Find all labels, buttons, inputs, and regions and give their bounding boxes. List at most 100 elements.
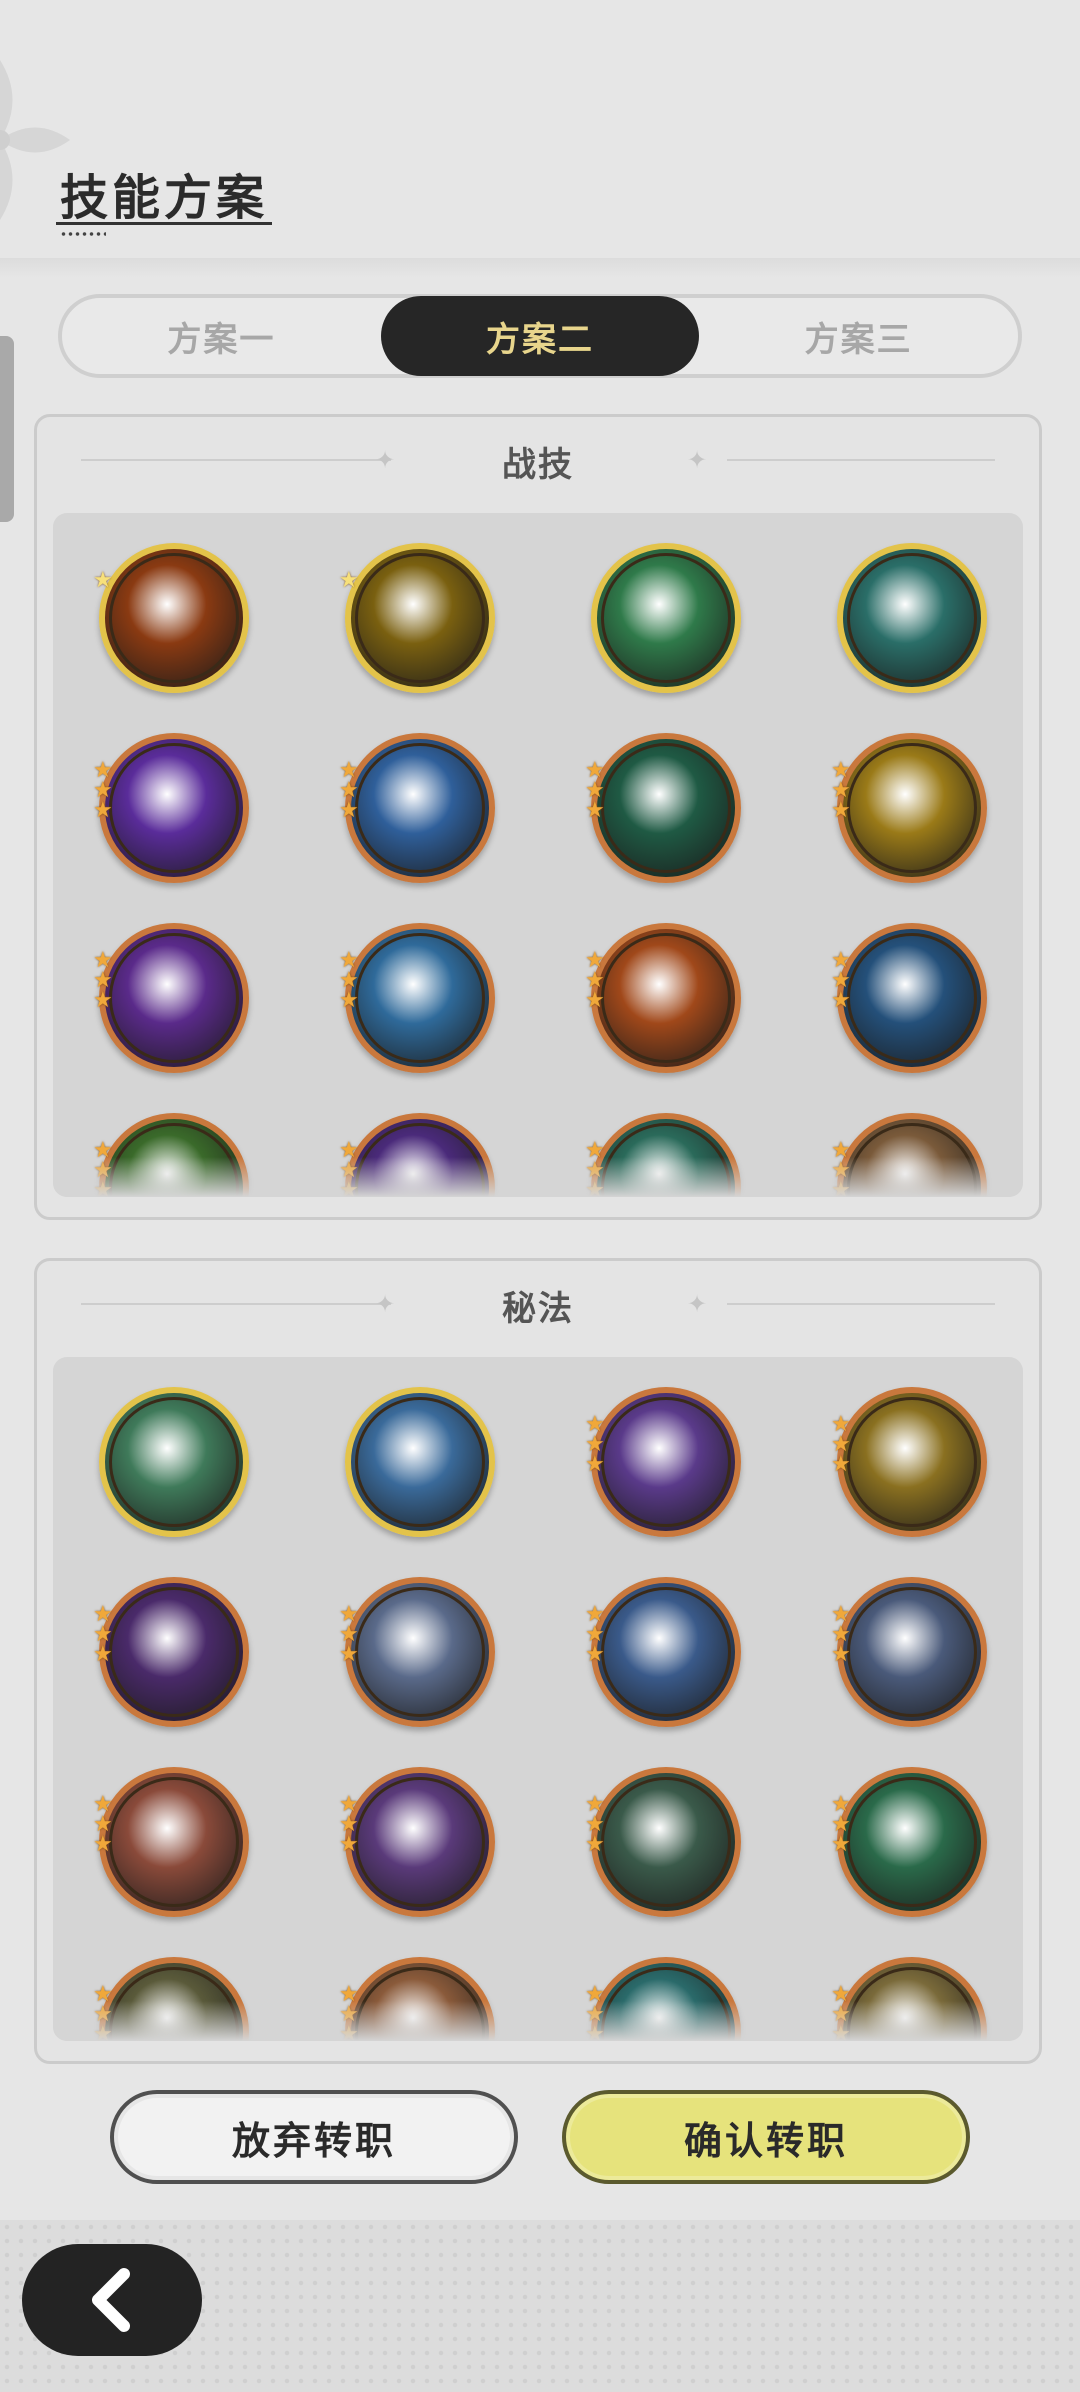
section-title-battle: 战技: [502, 445, 574, 485]
red-ember-skill[interactable]: ★ ★ ★: [93, 1767, 249, 1917]
orb-ring: [601, 1397, 731, 1527]
blue-flame-skill[interactable]: ★ ★ ★: [339, 733, 495, 883]
orb-ring: [847, 743, 977, 873]
gold-fist-skill[interactable]: ★ ★ ★: [831, 1387, 987, 1537]
void-eye-skill[interactable]: ★ ★ ★: [93, 923, 249, 1073]
rarity-stars: ★★★: [339, 950, 365, 1012]
star-icon: ★: [585, 1642, 605, 1667]
rarity-stars: ★★★: [93, 1604, 119, 1666]
ice-blade-icon: [345, 1387, 495, 1537]
orb-ring: [847, 933, 977, 1063]
violet-rune-icon: [345, 1767, 495, 1917]
green-shield-icon: [99, 1387, 249, 1537]
scroll-fade: [53, 1157, 1023, 1197]
secret-arts-panel: ✦ 秘法 ✦ ★ ★ ★ ★ ★ ★ ★ ★ ★ ★ ★ ★ ★ ★ ★ ★ ★ ★ ★ ★ ★ ★ ★ ★ ★ ★ ★ ★ ★ ★ ★ ★ ★…: [34, 1258, 1042, 2064]
tab-plan-2[interactable]: 方案二: [380, 296, 700, 376]
ice-shard-icon: [345, 923, 495, 1073]
confirm-job-change-button[interactable]: 确认转职: [562, 2090, 970, 2184]
rarity-stars: ★★★: [831, 1414, 857, 1477]
star-icon: ★: [339, 568, 359, 593]
title-dots: [60, 232, 106, 236]
orb-ring: [109, 1587, 239, 1717]
golden-crystal-icon: [345, 543, 495, 693]
orb-ring: [601, 1777, 731, 1907]
star-icon: ★: [831, 1452, 851, 1477]
rarity-stars: ★★★: [93, 760, 119, 822]
silver-armor-skill[interactable]: ★ ★ ★: [339, 1577, 495, 1727]
orb-ring: [109, 743, 239, 873]
divider-line: [727, 459, 995, 461]
rarity-stars: ★★★: [585, 1794, 611, 1857]
teal-vortex-icon: [837, 543, 987, 693]
green-stone-skill[interactable]: ★ ★ ★: [585, 1767, 741, 1917]
tab-plan-3[interactable]: 方案三: [699, 298, 1018, 374]
purple-dragon-skill[interactable]: ★ ★ ★: [93, 1577, 249, 1727]
green-shield-skill[interactable]: [99, 1387, 249, 1537]
star-icon: ★: [585, 1832, 605, 1857]
gold-sparkle-skill[interactable]: ★ ★ ★: [831, 733, 987, 883]
back-button[interactable]: [22, 2244, 202, 2356]
orb-ring: [109, 1397, 239, 1527]
star-icon: ★: [93, 988, 113, 1013]
scroll-fade: [53, 2001, 1023, 2041]
rarity-stars: ★★★: [831, 760, 857, 822]
thorn-vine-skill[interactable]: ★ ★ ★: [585, 733, 741, 883]
rarity-stars: ★★★: [585, 760, 611, 823]
orb-ring: [355, 1397, 485, 1527]
ice-shard-skill[interactable]: ★ ★ ★: [339, 923, 495, 1073]
frost-spike-skill[interactable]: ★ ★ ★: [831, 923, 987, 1073]
fire-burst-skill[interactable]: ★ ★ ★: [585, 923, 741, 1073]
rarity-stars: ★★★: [339, 760, 365, 822]
star-crystal-skill[interactable]: ★ ★ ★: [831, 1577, 987, 1727]
golden-crystal-skill[interactable]: ★: [339, 543, 495, 693]
star-icon: ★: [831, 988, 851, 1013]
emerald-cog-skill[interactable]: ★ ★ ★: [831, 1767, 987, 1917]
chevron-left-icon: [92, 2268, 130, 2332]
rarity-stars: ★★★: [831, 950, 857, 1013]
tab-plan-1[interactable]: 方案一: [62, 298, 381, 374]
purple-orb-skill[interactable]: ★ ★ ★: [93, 733, 249, 883]
orb-ring: [601, 933, 731, 1063]
orb-ring: [847, 553, 977, 683]
panel-header: ✦ 秘法 ✦: [37, 1261, 1039, 1351]
gold-fist-icon: [837, 1387, 987, 1537]
rarity-stars: ★★★: [831, 1604, 857, 1667]
orb-ring: [355, 553, 485, 683]
green-stone-icon: [591, 1767, 741, 1917]
title-underline: [56, 222, 272, 225]
rarity-stars: ★★★: [339, 1604, 365, 1667]
green-slash-icon: [591, 543, 741, 693]
rarity-stars: ★: [93, 568, 119, 593]
fire-swirl-skill[interactable]: ★: [93, 543, 249, 693]
star-icon: ★: [585, 798, 605, 823]
thorn-vine-icon: [591, 733, 741, 883]
star-icon: ★: [831, 1642, 851, 1667]
secret-skill-grid[interactable]: ★★★★★★★★★★★★★★★★★★★★★★★★★★★★★★★★★★★★★★★★…: [53, 1357, 1023, 2041]
red-ember-icon: [99, 1767, 249, 1917]
orb-ring: [601, 743, 731, 873]
divider-line: [727, 1303, 995, 1305]
purple-orb-icon: [99, 733, 249, 883]
star-icon: ★: [585, 988, 605, 1013]
plan-tabs: 方案一 方案二 方案三: [58, 294, 1022, 378]
void-eye-icon: [99, 923, 249, 1073]
ice-blade-skill[interactable]: [345, 1387, 495, 1537]
violet-rune-skill[interactable]: ★ ★ ★: [339, 1767, 495, 1917]
orb-ring: [847, 1777, 977, 1907]
panel-header: ✦ 战技 ✦: [37, 417, 1039, 507]
star-icon: ★: [339, 1642, 359, 1667]
rarity-stars: ★: [339, 568, 365, 593]
gold-sparkle-icon: [837, 733, 987, 883]
abandon-job-change-button[interactable]: 放弃转职: [110, 2090, 518, 2184]
blue-figure-skill[interactable]: ★ ★ ★: [585, 1577, 741, 1727]
teal-vortex-skill[interactable]: [837, 543, 987, 693]
blue-flame-icon: [345, 733, 495, 883]
side-drawer-handle[interactable]: [0, 336, 14, 522]
orb-ring: [847, 1397, 977, 1527]
fire-burst-icon: [591, 923, 741, 1073]
purple-gem-skill[interactable]: ★ ★ ★: [585, 1387, 741, 1537]
green-slash-skill[interactable]: [591, 543, 741, 693]
orb-ring: [355, 743, 485, 873]
star-icon: ★: [93, 568, 113, 593]
battle-skill-grid[interactable]: ★★★★★★★★★★★★★★★★★★★★★★★★★★★★★★★★★★★★★★: [53, 513, 1023, 1197]
